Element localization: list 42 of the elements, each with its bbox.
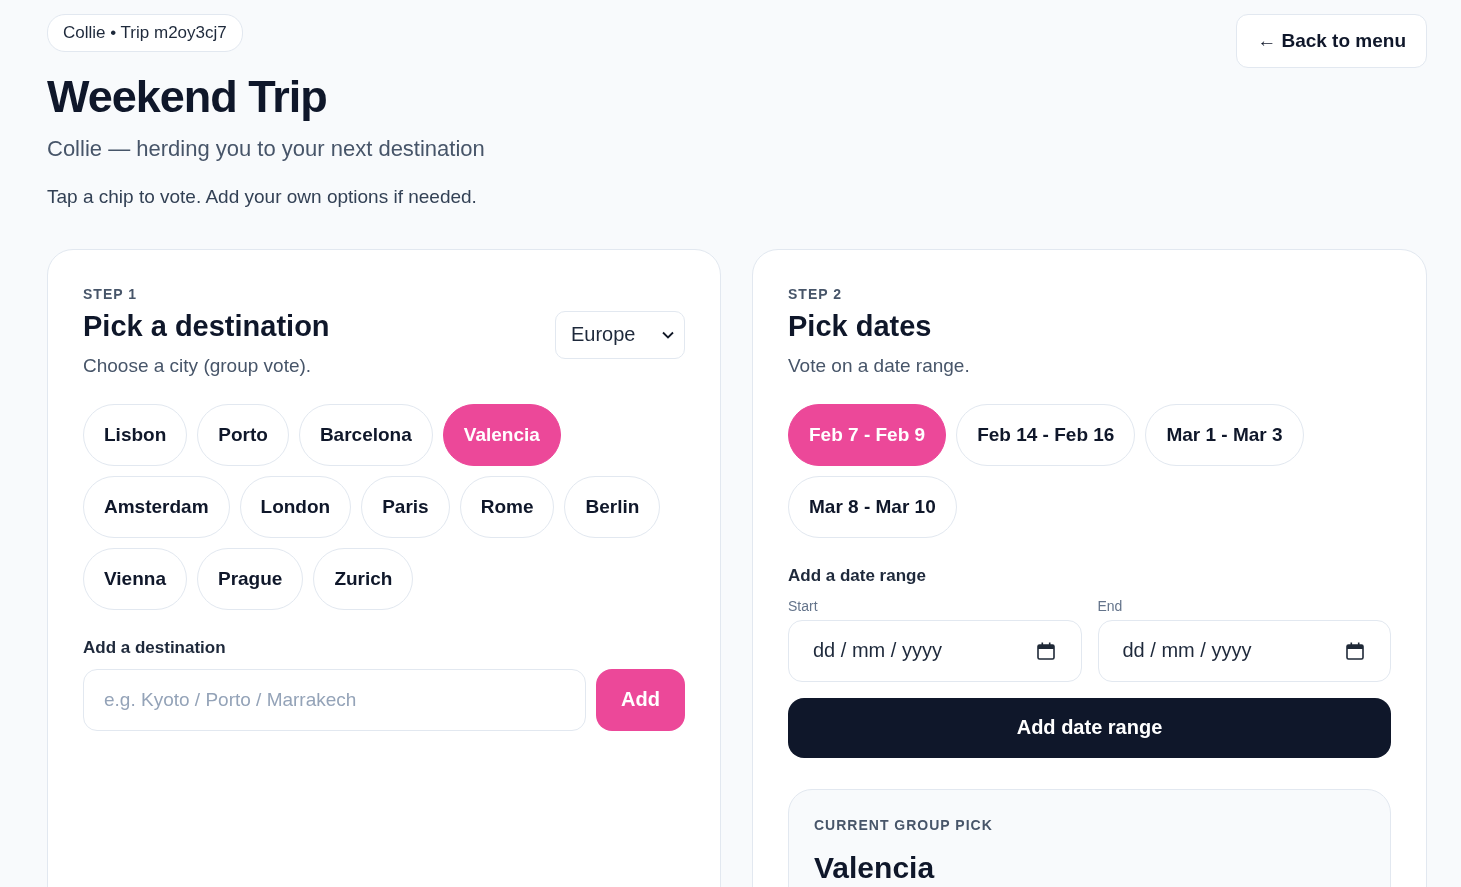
option-chip[interactable]: Paris	[361, 475, 450, 538]
option-chip[interactable]: Prague	[196, 547, 304, 610]
field-label: Add a destination	[83, 637, 227, 658]
card-heading: Pick dates	[788, 309, 933, 343]
option-chip[interactable]: Barcelona	[298, 403, 433, 466]
page-subtitle: Collie — herding you to your next destination	[47, 135, 485, 162]
option-chip[interactable]: Mar 8 - Mar 10	[788, 475, 957, 538]
region-select[interactable]: Europe	[555, 310, 685, 359]
option-chip[interactable]: Porto	[197, 403, 289, 466]
date-input[interactable]: dd / mm / yyyy	[788, 619, 1082, 682]
option-chip[interactable]: Amsterdam	[83, 475, 230, 538]
group-pick-value: Valencia	[814, 850, 936, 885]
option-chip[interactable]: London	[239, 475, 352, 538]
option-chip[interactable]: Berlin	[564, 475, 661, 538]
instruction-text: Tap a chip to vote. Add your own options if needed.	[47, 185, 478, 208]
option-chip[interactable]: Rome	[459, 475, 555, 538]
card-description: Choose a city (group vote).	[83, 354, 313, 377]
page-title: Weekend Trip	[47, 72, 328, 122]
option-chip[interactable]: Zurich	[313, 547, 414, 610]
chevron-icon	[662, 330, 674, 339]
option-chip[interactable]: Feb 14 - Feb 16	[956, 403, 1136, 466]
option-chip[interactable]: Feb 7 - Feb 9	[788, 403, 947, 466]
calendar-icon[interactable]	[1035, 640, 1056, 661]
calendar-icon[interactable]	[1345, 640, 1365, 661]
option-chip[interactable]: Mar 1 - Mar 3	[1145, 403, 1304, 466]
trip-badge: Collie • Trip m2oy3cj7	[47, 14, 243, 52]
field-label: Add a date range	[788, 565, 927, 586]
option-chip[interactable]: Valencia	[442, 403, 561, 466]
back-button[interactable]: ← Back to menu	[1236, 14, 1427, 68]
date-input[interactable]: dd / mm / yyyy	[1097, 619, 1391, 682]
field-label: Start	[788, 597, 819, 614]
card-description: Vote on a date range.	[788, 354, 971, 377]
destination-input[interactable]: e.g. Kyoto / Porto / Marrakech	[83, 668, 586, 731]
option-chip[interactable]: Vienna	[83, 547, 187, 610]
step-label: STEP 2	[788, 285, 843, 302]
card-heading: Pick a destination	[83, 309, 330, 343]
option-chip[interactable]: Lisbon	[83, 403, 188, 466]
field-label: End	[1097, 597, 1124, 614]
add-date-range-button[interactable]: Add date range	[788, 697, 1391, 758]
step-label: STEP 1	[83, 285, 138, 302]
add-button[interactable]: Add	[596, 668, 685, 731]
group-pick-label: CURRENT GROUP PICK	[814, 816, 994, 833]
